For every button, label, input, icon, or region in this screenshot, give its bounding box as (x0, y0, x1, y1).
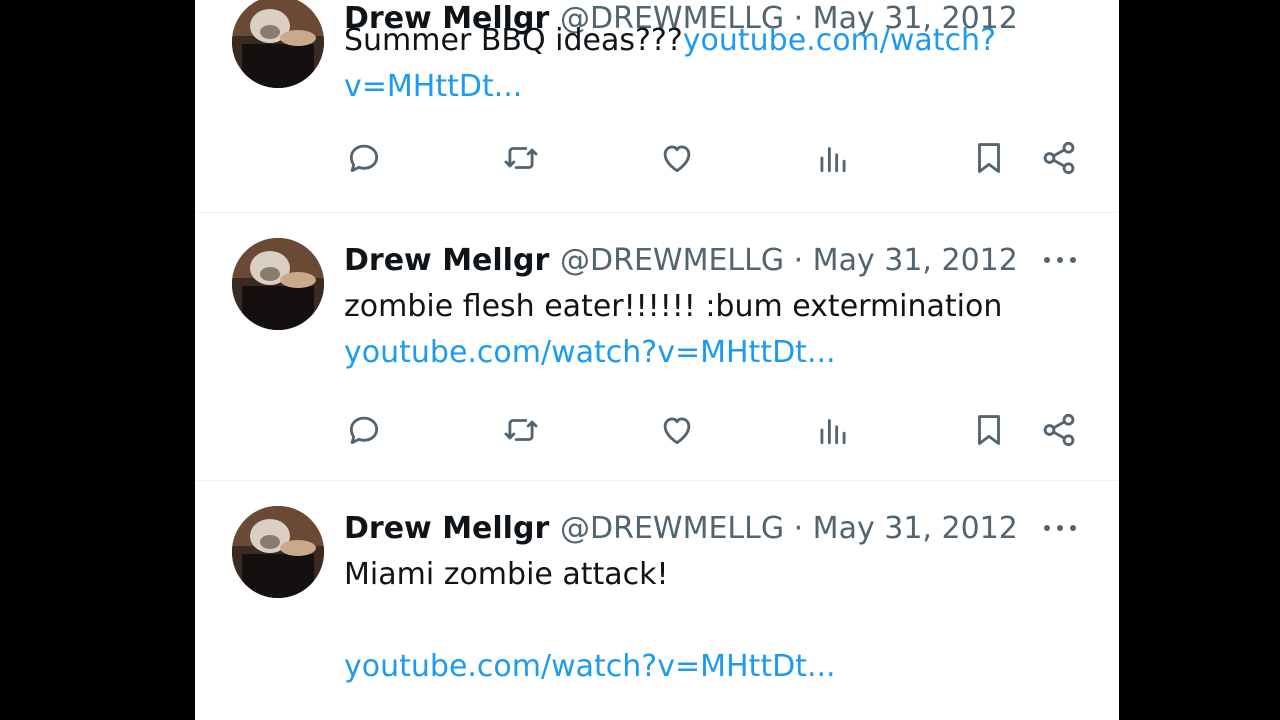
tweet-text-content: zombie flesh eater!!!!!! :bum exterminat… (344, 289, 1003, 324)
bookmark-icon[interactable] (967, 408, 1011, 452)
like-icon[interactable] (655, 408, 699, 452)
views-icon[interactable] (811, 136, 855, 180)
reply-icon[interactable] (342, 136, 386, 180)
handle-and-date[interactable]: @DREWMELLG · May 31, 2012 (560, 511, 1018, 546)
tweet-text-content: Summer BBQ ideas??? (344, 23, 683, 58)
share-icon[interactable] (1037, 136, 1081, 180)
tweet-text: zombie flesh eater!!!!!! :bum exterminat… (344, 284, 1044, 376)
timeline-feed: Drew Mellgren @DREWMELLG · May 31, 2012 … (195, 0, 1119, 720)
tweet[interactable]: Drew Mellgren @DREWMELLG · May 31, 2012 … (195, 480, 1119, 720)
tweet-header: Drew Mellgren @DREWMELLG · May 31, 2012 (344, 508, 1084, 548)
tweet[interactable]: Drew Mellgren @DREWMELLG · May 31, 2012 … (195, 212, 1119, 481)
more-icon[interactable] (1040, 508, 1080, 548)
tweet-text-content: Miami zombie attack! (344, 557, 669, 592)
handle-and-date[interactable]: @DREWMELLG · May 31, 2012 (560, 243, 1018, 278)
share-icon[interactable] (1037, 408, 1081, 452)
reply-icon[interactable] (342, 408, 386, 452)
bookmark-icon[interactable] (967, 136, 1011, 180)
tweet-header: Drew Mellgren @DREWMELLG · May 31, 2012 (344, 240, 1084, 280)
more-icon[interactable] (1040, 240, 1080, 280)
tweet-text: Miami zombie attack! youtube.com/watch?v… (344, 552, 1044, 690)
avatar[interactable] (232, 506, 324, 598)
retweet-icon[interactable] (499, 408, 543, 452)
like-icon[interactable] (655, 136, 699, 180)
tweet-link[interactable]: youtube.com/watch?v=MHttDt... (344, 330, 1044, 376)
retweet-icon[interactable] (499, 136, 543, 180)
tweet-actions (195, 408, 1119, 458)
author-name[interactable]: Drew Mellgren (344, 511, 550, 546)
tweet-link[interactable]: youtube.com/watch?v=MHttDt... (344, 644, 1044, 690)
author-name[interactable]: Drew Mellgren (344, 243, 550, 278)
tweet-actions (195, 136, 1119, 186)
avatar[interactable] (232, 0, 324, 88)
tweet[interactable]: Drew Mellgren @DREWMELLG · May 31, 2012 … (195, 0, 1119, 213)
avatar[interactable] (232, 238, 324, 330)
views-icon[interactable] (811, 408, 855, 452)
tweet-text: Summer BBQ ideas???youtube.com/watch?v=M… (344, 18, 1044, 110)
